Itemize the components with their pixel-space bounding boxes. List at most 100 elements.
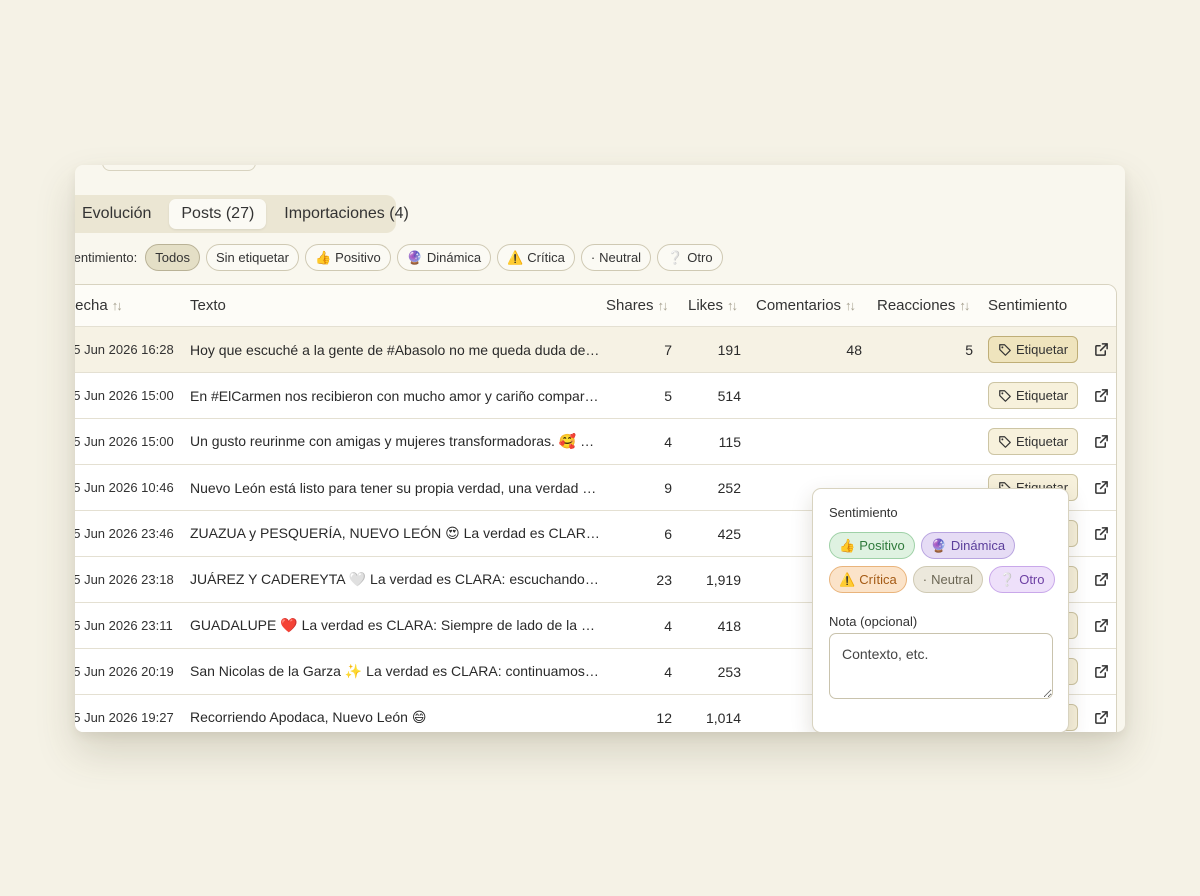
filter-chip-icon: 👍 xyxy=(314,249,332,265)
sort-arrows-icon[interactable]: ↑↓ xyxy=(112,298,123,313)
filter-chip-otro[interactable]: ❔ Otro xyxy=(657,244,723,271)
row-date-text: 05 Jun 2026 15:00 xyxy=(75,388,174,403)
row-likes: 514 xyxy=(717,387,741,404)
row-text-value: Nuevo León está listo para tener su prop… xyxy=(190,479,602,496)
row-sentiment: Etiquetar xyxy=(988,419,1084,464)
row-text-value: Hoy que escuché a la gente de #Abasolo n… xyxy=(190,341,602,358)
posts-table: Fecha↑↓ Texto Shares↑↓ Likes↑↓ Comentari… xyxy=(75,284,1117,732)
external-link-icon[interactable] xyxy=(1088,511,1114,556)
tag-button[interactable]: Etiquetar xyxy=(988,428,1079,455)
tab-posts[interactable]: Posts (27) xyxy=(169,199,267,229)
filter-chip-label: Otro xyxy=(687,250,713,265)
filter-chip-icon: ❔ xyxy=(667,249,684,265)
tag-button-label: Etiquetar xyxy=(1016,342,1069,357)
filter-chip-dinámica[interactable]: 🔮 Dinámica xyxy=(396,244,492,271)
col-shares-header[interactable]: Shares ↑↓ xyxy=(606,285,682,326)
row-text: Hoy que escuché a la gente de #Abasolo n… xyxy=(190,327,602,372)
filter-chip-icon: ⚠️ xyxy=(507,249,524,265)
row-likes: 1,919 xyxy=(705,571,741,588)
row-text: Un gusto reurinme con amigas y mujeres t… xyxy=(190,419,602,464)
row-date-text: 05 Jun 2026 20:19 xyxy=(75,664,174,679)
row-sentiment: Etiquetar xyxy=(988,327,1084,372)
sentiment-option-icon: · xyxy=(922,572,928,587)
tag-button-label: Etiquetar xyxy=(1016,388,1069,403)
tab-importaciones[interactable]: Importaciones (4) xyxy=(272,199,421,229)
note-label: Nota (opcional) xyxy=(829,614,918,629)
table-row[interactable]: 05 Jun 2026 16:28 Hoy que escuché a la ge… xyxy=(75,327,1116,373)
external-link-icon[interactable] xyxy=(1088,695,1114,732)
external-link-icon[interactable] xyxy=(1088,327,1114,372)
sort-arrows-icon[interactable]: ↑↓ xyxy=(845,298,856,313)
row-comments xyxy=(746,419,862,464)
external-link-icon[interactable] xyxy=(1088,557,1114,602)
row-likes: 1,014 xyxy=(705,709,741,726)
row-text-value: GUADALUPE ❤️ La verdad es CLARA: Siempre… xyxy=(190,617,602,633)
col-likes-header[interactable]: Likes ↑↓ xyxy=(688,285,753,326)
tab-bar: Evolución Posts (27) Importaciones (4) xyxy=(75,195,409,233)
row-date-text: 05 Jun 2026 19:27 xyxy=(75,710,174,725)
external-link-icon[interactable] xyxy=(1088,649,1114,694)
row-text: Nuevo León está listo para tener su prop… xyxy=(190,465,602,510)
filter-chip-sin-etiquetar[interactable]: Sin etiquetar xyxy=(205,244,299,271)
col-reactions-header[interactable]: Reacciones ↑↓ xyxy=(877,285,997,326)
sort-arrows-icon[interactable]: ↑↓ xyxy=(658,298,669,313)
filter-chip-label: Sin etiquetar xyxy=(215,250,289,265)
filter-chip-label: Todos xyxy=(155,250,190,265)
filter-label: Sentimiento: xyxy=(75,250,138,265)
row-date-text: 05 Jun 2026 16:28 xyxy=(75,342,174,357)
col-date-header[interactable]: Fecha ↑↓ xyxy=(75,285,176,326)
row-shares: 6 xyxy=(664,525,672,542)
external-link-icon[interactable] xyxy=(1088,419,1114,464)
external-link-icon[interactable] xyxy=(1088,373,1114,418)
col-reactions-label: Reacciones xyxy=(877,297,956,314)
tag-icon xyxy=(998,389,1012,403)
row-date: 05 Jun 2026 19:27 xyxy=(75,695,176,732)
filter-chip-crítica[interactable]: ⚠️ Crítica xyxy=(497,244,575,271)
sentiment-option-icon: ⚠️ xyxy=(839,571,856,587)
row-text: GUADALUPE ❤️ La verdad es CLARA: Siempre… xyxy=(190,603,602,648)
tag-icon xyxy=(998,343,1012,357)
filter-chip-positivo[interactable]: 👍 Positivo xyxy=(304,244,391,271)
row-likes: 191 xyxy=(717,341,741,358)
filter-chip-label: Neutral xyxy=(599,250,642,265)
table-row[interactable]: 05 Jun 2026 15:00 En #ElCarmen nos recibi… xyxy=(75,373,1116,419)
row-shares: 23 xyxy=(656,571,672,588)
row-likes: 418 xyxy=(717,617,741,634)
row-date: 05 Jun 2026 23:18 xyxy=(75,557,176,602)
sentiment-option-label: Dinámica xyxy=(950,538,1006,553)
table-row[interactable]: 05 Jun 2026 15:00 Un gusto reurinme con a… xyxy=(75,419,1116,465)
note-textarea[interactable] xyxy=(829,633,1053,699)
tag-button[interactable]: Etiquetar xyxy=(988,382,1079,409)
sentiment-option-dinámica[interactable]: 🔮 Dinámica xyxy=(920,532,1016,559)
tab-evolucion[interactable]: Evolución xyxy=(75,199,163,229)
col-comments-header[interactable]: Comentarios ↑↓ xyxy=(756,285,886,326)
sentiment-option-neutral[interactable]: · Neutral xyxy=(912,566,984,593)
row-likes: 425 xyxy=(717,525,741,542)
row-date-text: 05 Jun 2026 15:00 xyxy=(75,434,174,449)
row-date: 05 Jun 2026 16:28 xyxy=(75,327,176,372)
sentiment-option-otro[interactable]: ❔ Otro xyxy=(989,566,1055,593)
sort-arrows-icon[interactable]: ↑↓ xyxy=(959,298,970,313)
filter-chip-label: Positivo xyxy=(335,250,381,265)
external-link-icon[interactable] xyxy=(1088,465,1114,510)
row-date: 05 Jun 2026 15:00 xyxy=(75,373,176,418)
row-sentiment: Etiquetar xyxy=(988,373,1084,418)
filter-chip-neutral[interactable]: · Neutral xyxy=(580,244,652,271)
row-reactions xyxy=(866,373,973,418)
sentiment-filter-bar: Sentimiento: Todos Sin etiquetar 👍Positivo… xyxy=(75,244,723,271)
row-shares: 4 xyxy=(664,617,672,634)
row-reactions: 5 xyxy=(965,341,973,358)
sort-arrows-icon[interactable]: ↑↓ xyxy=(727,298,738,313)
row-date-text: 05 Jun 2026 10:46 xyxy=(75,480,174,495)
row-comments: 48 xyxy=(846,341,862,358)
sentiment-option-crítica[interactable]: ⚠️ Crítica xyxy=(829,566,907,593)
top-control-stub[interactable] xyxy=(102,165,256,171)
filter-chip-todos[interactable]: Todos xyxy=(145,244,200,271)
sentiment-option-positivo[interactable]: 👍 Positivo xyxy=(829,532,915,559)
filter-chip-label: Dinámica xyxy=(426,250,482,265)
row-text-value: Recorriendo Apodaca, Nuevo León 😄 xyxy=(190,709,427,725)
row-shares: 12 xyxy=(656,709,672,726)
tag-button[interactable]: Etiquetar xyxy=(988,336,1079,363)
popover-options: 👍 Positivo 🔮 Dinámica ⚠️ Crítica · Neutral ❔ Otro xyxy=(829,532,1059,593)
external-link-icon[interactable] xyxy=(1088,603,1114,648)
